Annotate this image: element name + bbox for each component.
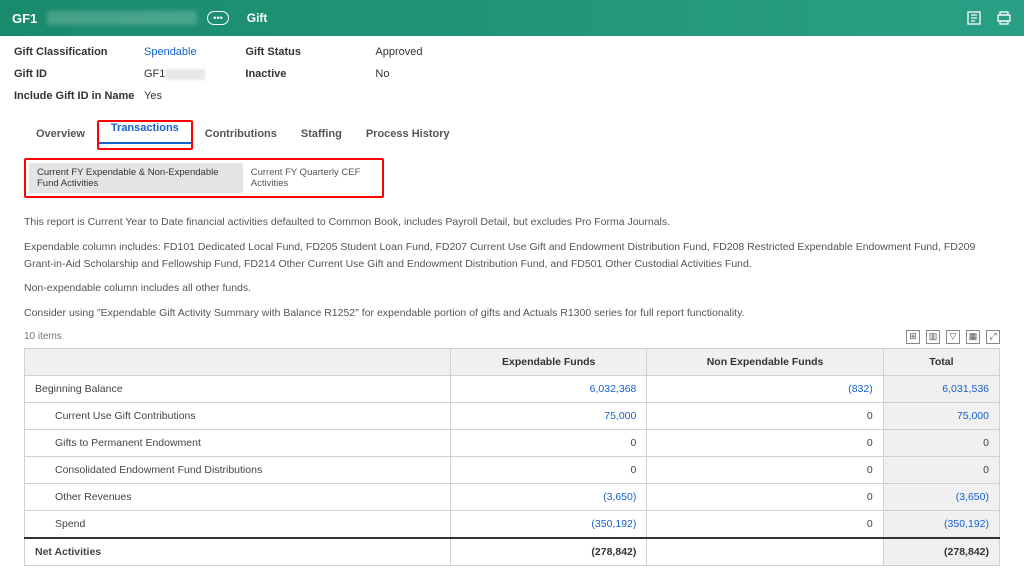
tab-process-history[interactable]: Process History [354,120,462,150]
page-title-prefix: GF1 [12,11,37,26]
cell-value[interactable]: 75,000 [451,402,647,429]
cell-value: 0 [647,483,883,510]
meta-row: InactiveNo [245,68,705,80]
table-row: Current Use Gift Contributions75,000075,… [25,402,1000,429]
export-icon[interactable] [966,10,982,26]
expand-icon[interactable]: ⤢ [986,330,1000,344]
row-label: Consolidated Endowment Fund Distribution… [25,456,451,483]
table-row: Net Activities(278,842)(278,842) [25,538,1000,566]
desc-p2: Expendable column includes: FD101 Dedica… [24,239,1000,273]
chart-icon[interactable]: ▥ [926,330,940,344]
export-excel-icon[interactable]: ⊞ [906,330,920,344]
table-toolbar: ⊞ ▥ ▽ ▦ ⤢ [906,330,1000,344]
desc-p4: Consider using "Expendable Gift Activity… [24,305,1000,322]
tab-overview[interactable]: Overview [24,120,97,150]
subtab-1[interactable]: Current FY Quarterly CEF Activities [243,163,379,193]
cell-value: 0 [451,429,647,456]
more-icon[interactable]: ••• [207,11,228,25]
col-header: Non Expendable Funds [647,348,883,375]
meta-value: Yes [144,90,162,102]
activities-table: Expendable FundsNon Expendable FundsTota… [24,348,1000,566]
subtab-0[interactable]: Current FY Expendable & Non-Expendable F… [29,163,243,193]
meta-row: Include Gift ID in NameYes [14,90,205,102]
desc-p1: This report is Current Year to Date fina… [24,214,1000,231]
tabs: OverviewTransactionsContributionsStaffin… [24,120,1010,150]
cell-value: 0 [647,510,883,538]
cell-value[interactable]: (832) [647,375,883,402]
meta-value: No [375,68,389,80]
table-row: Spend(350,192)0(350,192) [25,510,1000,538]
col-header [25,348,451,375]
meta-value: GF1 [144,68,165,80]
cell-value: (278,842) [883,538,999,566]
table-row: Consolidated Endowment Fund Distribution… [25,456,1000,483]
meta-label: Include Gift ID in Name [14,90,144,102]
print-icon[interactable] [996,10,1012,26]
cell-value: 0 [451,456,647,483]
report-description: This report is Current Year to Date fina… [24,214,1000,322]
meta-row: Gift ClassificationSpendable [14,46,205,58]
meta-label: Gift Classification [14,46,144,58]
cell-value[interactable]: 6,032,368 [451,375,647,402]
top-bar: GF1 ••• Gift [0,0,1024,36]
meta-blur [165,69,205,80]
page-title-blur [47,11,197,25]
row-count: 10 items [24,331,62,342]
row-label: Net Activities [25,538,451,566]
col-header: Expendable Funds [451,348,647,375]
meta-label: Inactive [245,68,375,80]
row-label: Gifts to Permanent Endowment [25,429,451,456]
col-header: Total [883,348,999,375]
table-row: Gifts to Permanent Endowment000 [25,429,1000,456]
desc-p3: Non-expendable column includes all other… [24,280,1000,297]
meta-label: Gift Status [245,46,375,58]
subtabs-group: Current FY Expendable & Non-Expendable F… [24,158,384,198]
page-subtitle: Gift [247,11,268,25]
cell-value[interactable]: 6,031,536 [883,375,999,402]
cell-value[interactable]: (350,192) [883,510,999,538]
row-label: Beginning Balance [25,375,451,402]
meta-label: Gift ID [14,68,144,80]
cell-value[interactable]: 75,000 [883,402,999,429]
cell-value: 0 [883,429,999,456]
meta-row: Gift IDGF1 [14,68,205,80]
cell-value[interactable]: (3,650) [883,483,999,510]
meta-value: Approved [375,46,422,58]
cell-value [647,538,883,566]
table-row: Other Revenues(3,650)0(3,650) [25,483,1000,510]
row-label: Other Revenues [25,483,451,510]
row-label: Current Use Gift Contributions [25,402,451,429]
meta-grid: Gift ClassificationSpendableGift IDGF1In… [14,46,1010,102]
tab-contributions[interactable]: Contributions [193,120,289,150]
cell-value: 0 [647,456,883,483]
tab-staffing[interactable]: Staffing [289,120,354,150]
cell-value[interactable]: (350,192) [451,510,647,538]
cell-value: (278,842) [451,538,647,566]
tab-transactions[interactable]: Transactions [99,114,191,144]
cell-value: 0 [647,429,883,456]
cell-value: 0 [883,456,999,483]
cell-value: 0 [647,402,883,429]
meta-value[interactable]: Spendable [144,46,197,58]
row-label: Spend [25,510,451,538]
meta-row: Gift StatusApproved [245,46,705,58]
table-row: Beginning Balance6,032,368(832)6,031,536 [25,375,1000,402]
grid-icon[interactable]: ▦ [966,330,980,344]
filter-icon[interactable]: ▽ [946,330,960,344]
cell-value[interactable]: (3,650) [451,483,647,510]
